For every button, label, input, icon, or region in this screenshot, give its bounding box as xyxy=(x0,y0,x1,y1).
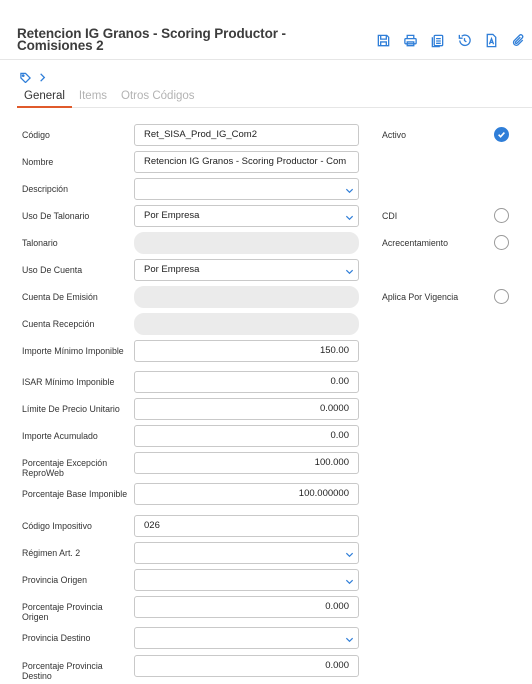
attach-icon[interactable] xyxy=(505,31,532,49)
row-porcentaje-prov-origen: Porcentaje Provincia Origen 0.000 xyxy=(0,596,380,622)
chevron-down-icon xyxy=(345,550,354,559)
row-cuenta-recepcion: Cuenta Recepción xyxy=(0,313,380,335)
aplica-vigencia-label: Aplica Por Vigencia xyxy=(382,292,459,302)
row-uso-talonario: Uso De Talonario Por Empresa xyxy=(0,205,380,227)
codigo-label: Código xyxy=(22,130,50,140)
descripcion-label: Descripción xyxy=(22,184,68,194)
cdi-label: CDI xyxy=(382,211,398,221)
uso-cuenta-value: Por Empresa xyxy=(144,264,200,275)
isar-minimo-field[interactable]: 0.00 xyxy=(134,371,359,393)
importe-acumulado-label: Importe Acumulado xyxy=(22,431,98,441)
tab-items[interactable]: Items xyxy=(72,88,114,107)
chevron-right-icon[interactable] xyxy=(37,72,48,83)
header: Retencion IG Granos - Scoring Productor … xyxy=(0,0,532,60)
row-porcentaje-prov-destino: Porcentaje Provincia Destino 0.000 xyxy=(0,655,380,681)
limite-precio-label: Límite De Precio Unitario xyxy=(22,404,120,414)
talonario-field xyxy=(134,232,359,254)
chevron-down-icon xyxy=(345,577,354,586)
porcentaje-base-label: Porcentaje Base Imponible xyxy=(22,489,128,499)
save-icon[interactable] xyxy=(370,31,397,49)
activo-checkbox[interactable] xyxy=(494,127,509,142)
tab-otros-codigos[interactable]: Otros Códigos xyxy=(114,88,202,107)
row-porcentaje-excepcion: Porcentaje Excepción ReproWeb 100.000 xyxy=(0,452,380,478)
row-talonario: Talonario xyxy=(0,232,380,254)
row-uso-cuenta: Uso De Cuenta Por Empresa xyxy=(0,259,380,281)
porcentaje-excepcion-field[interactable]: 100.000 xyxy=(134,452,359,474)
row-cuenta-emision: Cuenta De Emisión xyxy=(0,286,380,308)
provincia-destino-select[interactable] xyxy=(134,627,359,649)
row-regimen: Régimen Art. 2 xyxy=(0,542,380,564)
nombre-field[interactable]: Retencion IG Granos - Scoring Productor … xyxy=(134,151,359,173)
row-codigo: Código Ret_SISA_Prod_IG_Com2 xyxy=(0,124,380,146)
regimen-label: Régimen Art. 2 xyxy=(22,548,81,558)
acrecentamiento-toggle[interactable] xyxy=(494,235,509,250)
print-icon[interactable] xyxy=(397,31,424,49)
codigo-field[interactable]: Ret_SISA_Prod_IG_Com2 xyxy=(134,124,359,146)
importe-minimo-field[interactable]: 150.00 xyxy=(134,340,359,362)
talonario-label: Talonario xyxy=(22,238,58,248)
cdi-toggle[interactable] xyxy=(494,208,509,223)
porcentaje-prov-destino-label: Porcentaje Provincia Destino xyxy=(22,661,103,681)
provincia-destino-label: Provincia Destino xyxy=(22,633,91,643)
uso-talonario-select[interactable]: Por Empresa xyxy=(134,205,359,227)
acrecentamiento-label: Acrecentamiento xyxy=(382,238,449,248)
row-nombre: Nombre Retencion IG Granos - Scoring Pro… xyxy=(0,151,380,173)
cuenta-recepcion-field xyxy=(134,313,359,335)
row-limite-precio: Límite De Precio Unitario 0.0000 xyxy=(0,398,380,420)
cuenta-emision-field xyxy=(134,286,359,308)
uso-talonario-label: Uso De Talonario xyxy=(22,211,90,221)
provincia-origen-select[interactable] xyxy=(134,569,359,591)
nombre-label: Nombre xyxy=(22,157,54,167)
row-provincia-destino: Provincia Destino xyxy=(0,627,380,649)
tab-general[interactable]: General xyxy=(17,88,72,108)
chevron-down-icon xyxy=(345,635,354,644)
row-isar-minimo: ISAR Mínimo Imponible 0.00 xyxy=(0,371,380,393)
aplica-vigencia-toggle[interactable] xyxy=(494,289,509,304)
isar-minimo-label: ISAR Mínimo Imponible xyxy=(22,377,115,387)
uso-cuenta-label: Uso De Cuenta xyxy=(22,265,83,275)
porcentaje-excepcion-label: Porcentaje Excepción ReproWeb xyxy=(22,458,108,478)
porcentaje-prov-origen-label: Porcentaje Provincia Origen xyxy=(22,602,103,622)
row-descripcion: Descripción xyxy=(0,178,380,200)
descripcion-select[interactable] xyxy=(134,178,359,200)
row-codigo-impositivo: Código Impositivo 026 xyxy=(0,515,380,537)
codigo-impositivo-label: Código Impositivo xyxy=(22,521,92,531)
cuenta-emision-label: Cuenta De Emisión xyxy=(22,292,98,302)
row-porcentaje-base: Porcentaje Base Imponible 100.000000 xyxy=(0,483,380,505)
row-provincia-origen: Provincia Origen xyxy=(0,569,380,591)
row-importe-minimo: Importe Mínimo Imponible 150.00 xyxy=(0,340,380,362)
chevron-down-icon xyxy=(345,267,354,276)
undo-icon[interactable] xyxy=(451,31,478,49)
uso-talonario-value: Por Empresa xyxy=(144,210,200,221)
toolbar xyxy=(370,31,532,49)
check-icon xyxy=(498,131,505,138)
porcentaje-prov-destino-field[interactable]: 0.000 xyxy=(134,655,359,677)
limite-precio-field[interactable]: 0.0000 xyxy=(134,398,359,420)
row-importe-acumulado: Importe Acumulado 0.00 xyxy=(0,425,380,447)
chevron-down-icon xyxy=(345,213,354,222)
copy-icon[interactable] xyxy=(424,31,451,49)
codigo-impositivo-field[interactable]: 026 xyxy=(134,515,359,537)
chevron-down-icon xyxy=(345,186,354,195)
breadcrumb xyxy=(20,70,48,84)
importe-minimo-label: Importe Mínimo Imponible xyxy=(22,346,124,356)
porcentaje-prov-origen-field[interactable]: 0.000 xyxy=(134,596,359,618)
regimen-select[interactable] xyxy=(134,542,359,564)
page-title: Retencion IG Granos - Scoring Productor … xyxy=(17,26,286,53)
activo-label: Activo xyxy=(382,130,406,140)
tag-icon[interactable] xyxy=(20,72,31,83)
importe-acumulado-field[interactable]: 0.00 xyxy=(134,425,359,447)
porcentaje-base-field[interactable]: 100.000000 xyxy=(134,483,359,505)
tab-bar: General Items Otros Códigos xyxy=(17,88,532,108)
uso-cuenta-select[interactable]: Por Empresa xyxy=(134,259,359,281)
document-a-icon[interactable] xyxy=(478,31,505,49)
provincia-origen-label: Provincia Origen xyxy=(22,575,88,585)
cuenta-recepcion-label: Cuenta Recepción xyxy=(22,319,95,329)
